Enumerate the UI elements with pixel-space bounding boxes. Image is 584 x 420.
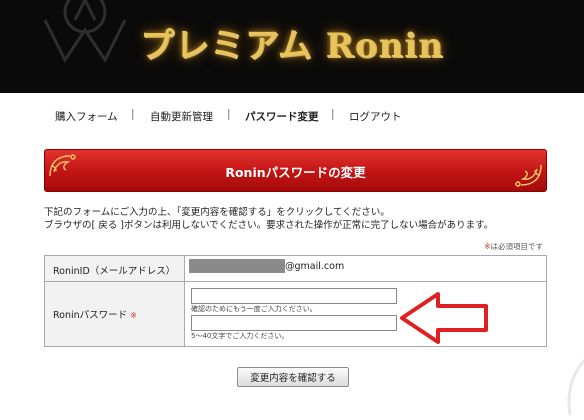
nav-separator: |: [131, 108, 135, 120]
password-confirm-input[interactable]: [191, 315, 397, 331]
panel-title: Roninパスワードの変更: [225, 165, 366, 180]
confirm-hint: 確認のためにもう一度ご入力ください。: [191, 305, 317, 313]
nav-item-purchase-form[interactable]: 購入フォーム: [55, 109, 118, 124]
panel-title-bar: Roninパスワードの変更: [44, 149, 547, 192]
corner-ornament-icon: [515, 164, 542, 187]
nav-separator: |: [227, 108, 231, 120]
email-row: RoninID（メールアドレス） @gmail.com: [45, 256, 546, 282]
email-label: RoninID（メールアドレス）: [53, 266, 176, 277]
redacted-email: [189, 259, 285, 273]
confirm-changes-button[interactable]: 変更内容を確認する: [237, 367, 349, 387]
header-banner: プレミアム Ronin: [0, 0, 584, 93]
nav-item-auto-renewal[interactable]: 自動更新管理: [150, 109, 213, 124]
required-mark: ※: [130, 311, 137, 320]
email-domain: @gmail.com: [285, 261, 345, 272]
nav-separator: |: [331, 108, 335, 120]
password-input[interactable]: [191, 288, 397, 304]
instructions: 下記のフォームにご入力の上、「変更内容を確認する」をクリックしてください。 ブラ…: [44, 206, 493, 232]
instruction-line: 下記のフォームにご入力の上、「変更内容を確認する」をクリックしてください。: [44, 207, 390, 218]
password-label: Roninパスワード ※: [53, 307, 137, 321]
nav-item-password-change[interactable]: パスワード変更: [245, 109, 319, 124]
length-hint: 5～40文字でご入力ください。: [191, 332, 289, 340]
required-note: ※は必須項目です: [484, 241, 543, 252]
password-label-cell: Roninパスワード ※: [45, 282, 185, 346]
nav-item-logout[interactable]: ログアウト: [349, 109, 402, 124]
email-label-cell: RoninID（メールアドレス）: [45, 256, 185, 281]
required-note-text: は必須項目です: [490, 242, 544, 251]
password-label-text: Roninパスワード: [53, 310, 128, 321]
site-logo[interactable]: プレミアム Ronin: [0, 18, 584, 67]
decorative-swirl-icon: [567, 359, 584, 416]
red-arrow-icon: [400, 292, 488, 344]
instruction-line: ブラウザの[ 戻る ]ボタンは利用しないでください。要求された操作が正常に完了し…: [44, 220, 494, 231]
main-nav: 購入フォーム | 自動更新管理 | パスワード変更 | ログアウト: [0, 106, 584, 126]
